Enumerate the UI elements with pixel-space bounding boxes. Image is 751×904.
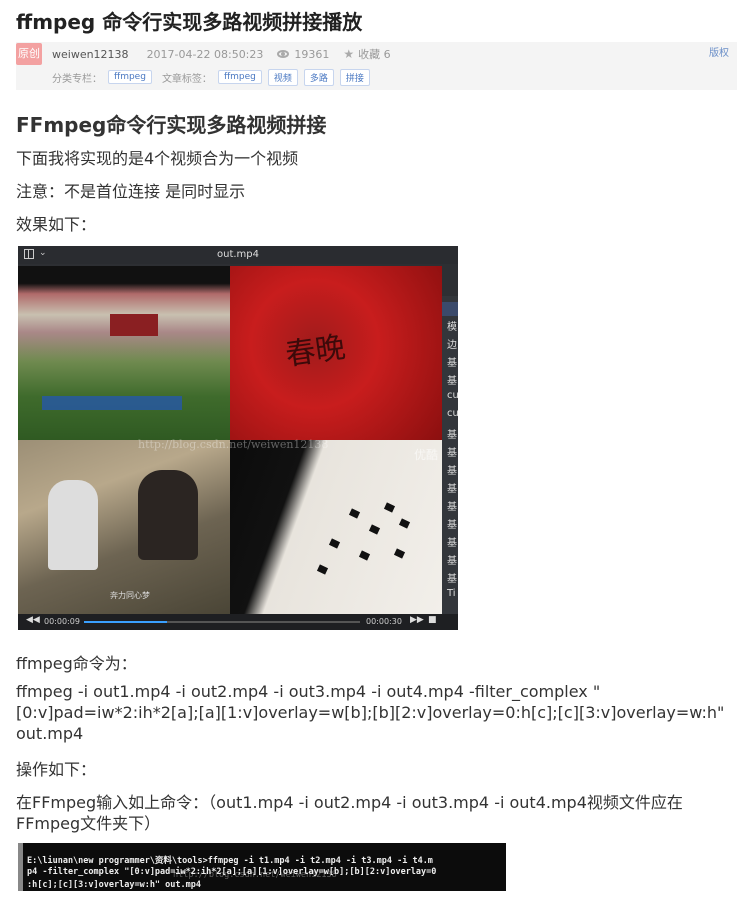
tags-label: 文章标签： bbox=[161, 73, 212, 85]
cmd-line-2: [0:v]pad=iw*2:ih*2[a];[a][1:v]overlay=w[… bbox=[16, 703, 725, 722]
player-filename: out.mp4 bbox=[216, 249, 259, 260]
side-item[interactable]: 基 bbox=[447, 462, 457, 477]
side-item[interactable]: 边 bbox=[447, 336, 457, 351]
video-quadrant-2: 春晚 bbox=[230, 266, 442, 440]
player-controls: ◀◀ 00:00:09 00:00:30 ▶▶ ■ bbox=[18, 614, 458, 630]
view-count: 19361 bbox=[294, 47, 330, 61]
side-item[interactable]: cu bbox=[447, 390, 458, 401]
meta-tags-row: 分类专栏： ffmpeg 文章标签： ffmpeg 视频 多路 拼接 bbox=[52, 67, 370, 87]
side-item[interactable]: 基 bbox=[447, 372, 457, 387]
side-item[interactable]: 基 bbox=[447, 570, 457, 585]
category-tag[interactable]: ffmpeg bbox=[108, 70, 152, 84]
q3-caption: 奔力同心梦 bbox=[110, 591, 150, 600]
side-item[interactable]: 基 bbox=[447, 552, 457, 567]
op-label: 操作如下： bbox=[16, 760, 97, 779]
player-titlebar: ⌄ out.mp4 bbox=[18, 246, 458, 264]
seek-bar[interactable] bbox=[84, 621, 360, 623]
q2-text: 春晚 bbox=[283, 329, 348, 373]
tag-ffmpeg[interactable]: ffmpeg bbox=[217, 70, 262, 84]
side-item[interactable]: 基 bbox=[447, 516, 457, 531]
meta-info-row: weiwen12138 2017-04-22 08:50:23 19361 ★ … bbox=[52, 42, 391, 66]
article-meta: 原创 weiwen12138 2017-04-22 08:50:23 19361… bbox=[16, 42, 737, 90]
category-label: 分类专栏： bbox=[52, 73, 102, 85]
page: ffmpeg 命令行实现多路视频拼接播放 原创 weiwen12138 2017… bbox=[0, 0, 751, 904]
rewind-icon[interactable]: ◀◀ bbox=[26, 615, 40, 625]
side-item[interactable]: Ti bbox=[447, 588, 456, 599]
total-time: 00:00:30 bbox=[366, 617, 402, 626]
tag-multipath[interactable]: 多路 bbox=[303, 68, 334, 86]
watermark: http://blog.csdn.net/weiwen12138 bbox=[138, 438, 329, 451]
side-item[interactable]: 基 bbox=[447, 426, 457, 441]
video-quadrant-4 bbox=[230, 440, 442, 614]
note-text: 注意：不是首位连接 是同时显示 bbox=[16, 182, 246, 201]
page-title: ffmpeg 命令行实现多路视频拼接播放 bbox=[16, 10, 363, 34]
side-item[interactable]: 基 bbox=[447, 480, 457, 495]
side-item[interactable]: 基 bbox=[447, 354, 457, 369]
side-item[interactable]: 基 bbox=[447, 534, 457, 549]
original-badge: 原创 bbox=[16, 43, 42, 65]
terminal-line-3: :h[c];[c][3:v]overlay=w:h" out.mp4 bbox=[27, 880, 201, 890]
copyright-link[interactable]: 版权 bbox=[709, 42, 729, 66]
side-item[interactable]: 基 bbox=[447, 444, 457, 459]
op-line-2: FFmpeg文件夹下） bbox=[16, 814, 161, 833]
eye-icon bbox=[277, 50, 290, 58]
stop-icon[interactable]: ■ bbox=[428, 615, 437, 625]
publish-date: 2017-04-22 08:50:23 bbox=[146, 47, 264, 61]
current-time: 00:00:09 bbox=[44, 617, 80, 626]
video-quadrant-1 bbox=[18, 266, 230, 440]
video-quadrant-3: 奔力同心梦 bbox=[18, 440, 230, 614]
player-sidebar: 模 边 基 基 cu cu 基 基 基 基 基 基 基 基 基 Ti bbox=[442, 296, 458, 614]
terminal-watermark: http://blog.csdn.net/weiwen12138 bbox=[173, 870, 337, 880]
corner-logo: 优酷 bbox=[414, 448, 439, 462]
terminal-line-1: E:\liunan\new programmer\资料\tools>ffmpeg… bbox=[27, 856, 433, 866]
cmd-line-3: out.mp4 bbox=[16, 724, 84, 743]
article-heading: FFmpeg命令行实现多路视频拼接 bbox=[16, 113, 327, 137]
favorite-count[interactable]: 收藏 6 bbox=[358, 46, 391, 62]
intro-text: 下面我将实现的是4个视频合为一个视频 bbox=[16, 149, 299, 168]
favorite-icon[interactable]: ★ bbox=[343, 47, 354, 61]
side-item[interactable]: cu bbox=[447, 408, 458, 419]
seek-bar-fill bbox=[84, 621, 167, 623]
cmd-label: ffmpeg命令为： bbox=[16, 654, 137, 673]
cmd-line-1: ffmpeg -i out1.mp4 -i out2.mp4 -i out3.m… bbox=[16, 682, 601, 701]
forward-icon[interactable]: ▶▶ bbox=[410, 615, 424, 625]
video-player-screenshot: ⌄ out.mp4 春晚 奔力同心梦 http://blog.csdn.net/… bbox=[18, 246, 458, 630]
terminal-screenshot: E:\liunan\new programmer\资料\tools>ffmpeg… bbox=[18, 843, 506, 891]
tag-splice[interactable]: 拼接 bbox=[339, 68, 370, 86]
side-item[interactable]: 模 bbox=[447, 318, 457, 333]
effect-label: 效果如下： bbox=[16, 215, 97, 234]
tag-video[interactable]: 视频 bbox=[267, 68, 298, 86]
author-link[interactable]: weiwen12138 bbox=[52, 48, 129, 61]
side-item[interactable]: 基 bbox=[447, 498, 457, 513]
